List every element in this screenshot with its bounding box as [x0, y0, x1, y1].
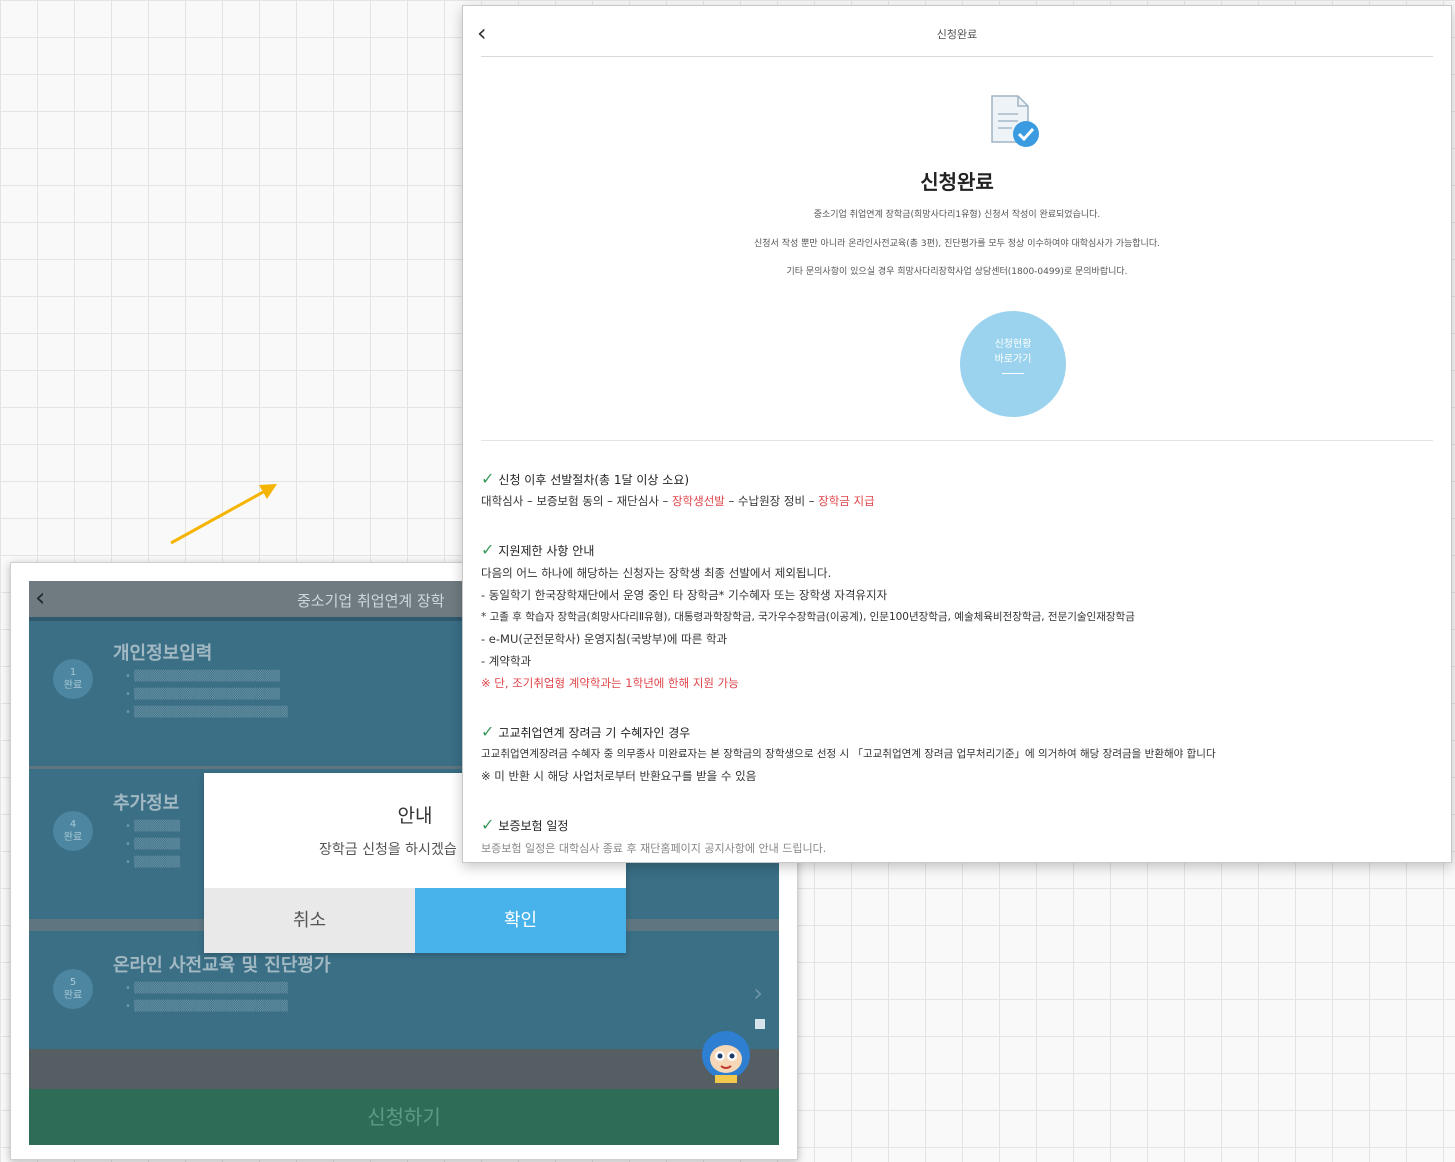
step-detail-line: • ▒▒▒▒▒▒▒▒▒▒▒▒▒▒▒▒▒▒▒	[125, 689, 281, 700]
step-detail-line: • ▒▒▒▒▒▒	[125, 821, 181, 832]
info-line: 신청서 작성 뿐만 아니라 온라인사전교육(총 3편), 진단평가를 모두 정상…	[754, 239, 1160, 249]
step-title: 개인정보입력	[113, 643, 213, 664]
divider	[29, 1049, 779, 1089]
annotation-arrow	[170, 484, 277, 545]
step-title: 추가정보	[113, 793, 180, 814]
application-status-button[interactable]: 신청현황 바로가기	[960, 311, 1066, 417]
complete-title: 신청완료	[920, 170, 994, 194]
chevron-left-icon[interactable]: ‹	[35, 583, 45, 613]
section-title: ✓ 고교취업연계 장려금 기 수혜자인 경우	[481, 722, 691, 741]
step-badge: 1 완료	[53, 659, 93, 699]
mascot-chatbot-icon[interactable]	[697, 1029, 755, 1083]
section-title: ✓ 지원제한 사항 안내	[481, 540, 595, 559]
restriction-line: * 고졸 후 학습자 장학금(희망사다리Ⅱ유형), 대통령과학장학금, 국가우수…	[481, 611, 1135, 623]
cancel-button[interactable]: 취소	[204, 888, 415, 953]
restriction-line: - e-MU(군전문학사) 운영지침(국방부)에 따른 학과	[481, 632, 728, 646]
incentive-note: ※ 미 반환 시 해당 사업처로부터 반환요구를 받을 수 있음	[481, 769, 757, 783]
header-title: 신청완료	[936, 28, 978, 41]
dialog-message: 장학금 신청을 하시겠습	[319, 842, 457, 858]
step-detail-line: • ▒▒▒▒▒▒	[125, 839, 181, 850]
step-badge: 5 완료	[53, 969, 93, 1009]
check-icon: ✓	[481, 469, 495, 488]
document-check-icon	[991, 95, 1039, 147]
arrow-right-icon	[1002, 373, 1024, 374]
step-detail-line: • ▒▒▒▒▒▒▒▒▒▒▒▒▒▒▒▒▒▒▒▒	[125, 707, 288, 718]
chevron-right-icon[interactable]: ›	[753, 979, 763, 1007]
section-divider	[481, 440, 1433, 441]
selection-process-line: 대학심사 – 보증보험 동의 – 재단심사 – 장학생선발 – 수납원장 정비 …	[481, 494, 875, 508]
insurance-schedule-line: 보증보험 일정은 대학심사 종료 후 재단홈페이지 공지사항에 안내 드립니다.	[481, 842, 827, 855]
check-icon: ✓	[481, 722, 495, 741]
check-icon: ✓	[481, 815, 495, 834]
step-detail-line: • ▒▒▒▒▒▒▒▒▒▒▒▒▒▒▒▒▒▒▒▒	[125, 983, 288, 994]
section-title: ✓ 신청 이후 선발절차(총 1달 이상 소요)	[481, 469, 690, 488]
restriction-line: 다음의 어느 하나에 해당하는 신청자는 장학생 최종 선발에서 제외됩니다.	[481, 566, 832, 580]
close-square-icon[interactable]	[755, 1019, 765, 1029]
section-title: ✓ 보증보험 일정	[481, 815, 569, 834]
application-complete-window: ‹ 신청완료 신청완료 중소기업 취업연계 장학금(희망사다리1유형) 신청서 …	[462, 5, 1452, 863]
apply-button[interactable]: 신청하기	[29, 1089, 779, 1145]
step-title: 온라인 사전교육 및 진단평가	[113, 955, 331, 976]
step-detail-line: • ▒▒▒▒▒▒	[125, 857, 181, 868]
info-line: 기타 문의사항이 있으실 경우 희망사다리장학사업 상담센터(1800-0499…	[786, 267, 1128, 277]
step-detail-line: • ▒▒▒▒▒▒▒▒▒▒▒▒▒▒▒▒▒▒▒	[125, 671, 281, 682]
info-line: 중소기업 취업연계 장학금(희망사다리1유형) 신청서 작성이 완료되었습니다.	[813, 210, 1101, 220]
header-divider	[481, 56, 1433, 57]
step-badge: 4 완료	[53, 811, 93, 851]
check-icon: ✓	[481, 540, 495, 559]
incentive-line: 고교취업연계장려금 수혜자 중 의무종사 미완료자는 본 장학금의 장학생으로 …	[481, 748, 1216, 760]
restriction-note: ※ 단, 조기취업형 계약학과는 1학년에 한해 지원 가능	[481, 676, 739, 690]
left-header-title: 중소기업 취업연계 장학	[297, 592, 445, 610]
restriction-line: - 계약학과	[481, 654, 532, 668]
confirm-button[interactable]: 확인	[415, 888, 626, 953]
step-detail-line: • ▒▒▒▒▒▒▒▒▒▒▒▒▒▒▒▒▒▒▒▒	[125, 1001, 288, 1012]
restriction-line: - 동일학기 한국장학재단에서 운영 중인 타 장학금* 기수혜자 또는 장학생…	[481, 588, 888, 602]
